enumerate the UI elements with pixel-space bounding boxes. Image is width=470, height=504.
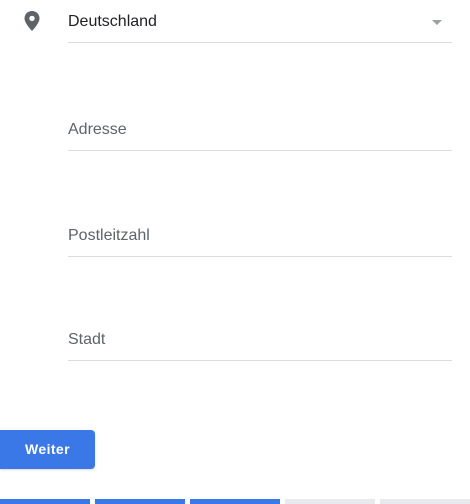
address-input[interactable]: Adresse	[68, 120, 452, 151]
next-button[interactable]: Weiter	[0, 430, 95, 469]
progress-bar	[0, 499, 470, 504]
city-input[interactable]: Stadt	[68, 330, 452, 361]
progress-segment-2	[95, 499, 185, 504]
location-pin-icon	[24, 11, 40, 31]
progress-segment-5	[380, 499, 470, 504]
progress-segment-4	[285, 499, 375, 504]
city-input-placeholder: Stadt	[68, 331, 106, 348]
country-select-value: Deutschland	[68, 13, 157, 30]
progress-segment-1	[0, 499, 90, 504]
progress-segment-3	[190, 499, 280, 504]
country-select[interactable]: Deutschland	[68, 12, 452, 43]
address-input-placeholder: Adresse	[68, 121, 127, 138]
postal-code-input-placeholder: Postleitzahl	[68, 227, 150, 244]
postal-code-input[interactable]: Postleitzahl	[68, 226, 452, 257]
dropdown-caret-icon[interactable]	[432, 20, 442, 25]
address-form-page: Deutschland Adresse Postleitzahl Stadt W…	[0, 0, 470, 504]
